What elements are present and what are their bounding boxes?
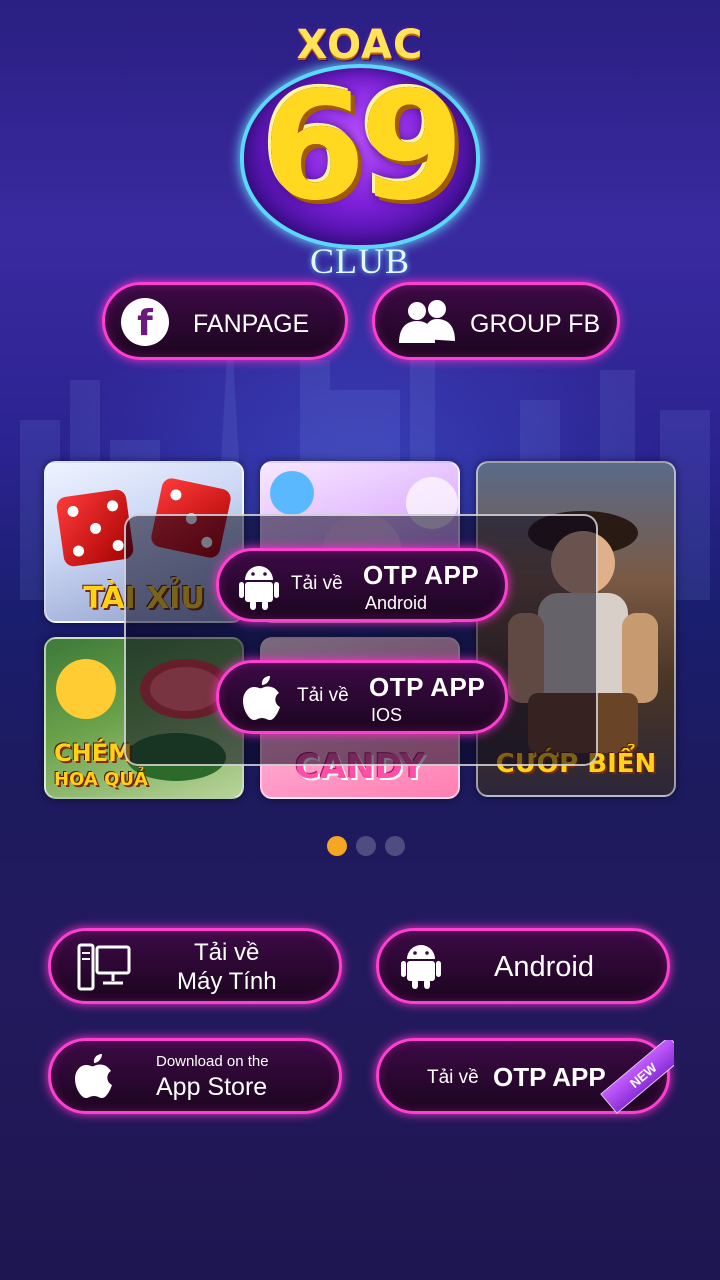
- otp-ios-prefix: Tải về: [297, 685, 349, 706]
- otp-ios-platform: IOS: [371, 705, 403, 725]
- fanpage-label: FANPAGE: [193, 310, 310, 338]
- carousel-dot-3[interactable]: [385, 836, 405, 856]
- apple-icon: [243, 676, 280, 720]
- android-icon: [401, 945, 441, 989]
- otp-android-title: OTP APP: [363, 560, 480, 590]
- new-badge: NEW: [600, 1040, 674, 1114]
- new-badge-container: NEW: [590, 1040, 674, 1120]
- download-pc-button[interactable]: Tải về Máy Tính: [48, 928, 342, 1004]
- otp-android-platform: Android: [365, 593, 428, 613]
- appstore-small-text: Download on the: [156, 1053, 269, 1070]
- group-users-icon: [399, 300, 455, 343]
- xoac69-club-logo: XOAC 69 CLUB: [230, 22, 490, 281]
- dice-icon: [55, 488, 135, 568]
- appstore-big-text: App Store: [156, 1073, 268, 1101]
- game-title-hoa-qua: HOA QUẢ: [54, 769, 148, 790]
- android-icon: [239, 566, 279, 610]
- apple-icon: [75, 1054, 112, 1098]
- otp-android-prefix: Tải về: [291, 573, 343, 594]
- carousel-dot-1[interactable]: [327, 836, 347, 856]
- fanpage-button[interactable]: f FANPAGE: [102, 282, 348, 360]
- download-android-button[interactable]: Android: [376, 928, 670, 1004]
- otp-ios-title: OTP APP: [369, 672, 486, 702]
- desktop-computer-icon: [77, 943, 131, 991]
- otp-ios-download-button[interactable]: Tải về OTP APP IOS: [216, 660, 508, 734]
- download-appstore-button[interactable]: Download on the App Store: [48, 1038, 342, 1114]
- download-pc-line2: Máy Tính: [177, 968, 277, 995]
- otp-app-prefix: Tải về: [427, 1067, 479, 1088]
- otp-app-title: OTP APP: [493, 1062, 606, 1092]
- group-fb-button[interactable]: GROUP FB: [372, 282, 620, 360]
- logo-number: 69: [261, 60, 465, 234]
- group-fb-label: GROUP FB: [470, 310, 601, 338]
- download-android-label: Android: [494, 951, 594, 983]
- facebook-icon: f: [121, 298, 169, 346]
- logo-club-text: CLUB: [309, 241, 410, 281]
- carousel-dot-2[interactable]: [356, 836, 376, 856]
- otp-android-download-button[interactable]: Tải về OTP APP Android: [216, 548, 508, 622]
- download-pc-line1: Tải về: [194, 939, 260, 966]
